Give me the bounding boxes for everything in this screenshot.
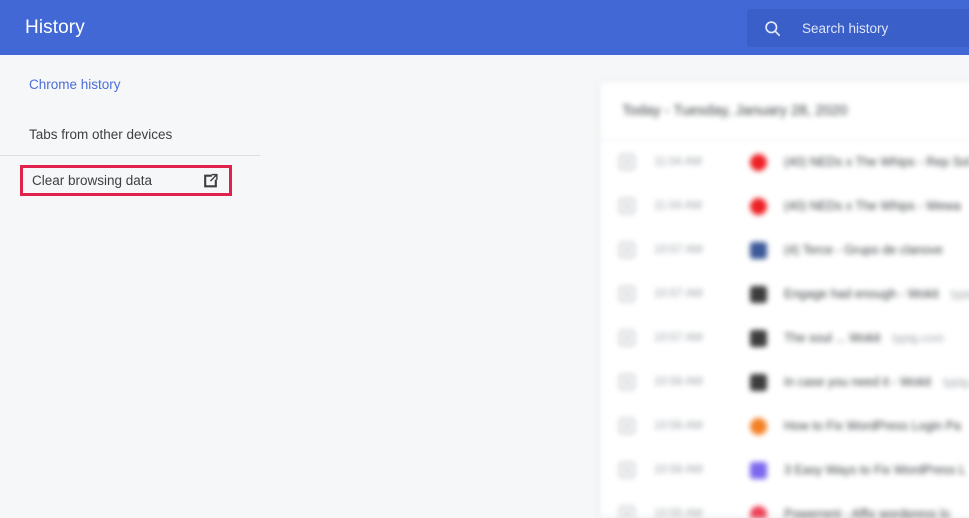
history-row-domain: typig.com [892,331,944,345]
sidebar: Chrome history Tabs from other devices C… [0,55,260,518]
history-row[interactable]: 10:57 AM Engage had enough - Wokittypig.c… [600,272,969,316]
history-row-checkbox[interactable] [619,374,635,390]
history-date-header: Today - Tuesday, January 28, 2020 [622,102,848,119]
sidebar-item-chrome-history[interactable]: Chrome history [0,64,260,104]
history-row-time: 10:55 AM [654,508,703,518]
history-row-title[interactable]: Powerrent - Affix wordpress lo [784,507,969,518]
history-row-favicon [750,153,767,171]
history-row-favicon [750,285,767,303]
history-row-time: 10:56 AM [654,376,703,388]
history-row-favicon [750,373,767,391]
history-row-domain: typig.com [943,375,969,389]
history-row-checkbox[interactable] [619,242,635,258]
history-row-title[interactable]: In case you need it - Wokittypig.com [784,375,969,389]
history-row-checkbox[interactable] [619,418,635,434]
history-row-time: 10:56 AM [654,464,703,476]
search-input[interactable] [802,20,969,36]
sidebar-item-label: Tabs from other devices [29,126,173,142]
history-row-checkbox[interactable] [619,198,635,214]
history-row-checkbox[interactable] [619,462,635,478]
history-row-favicon [750,197,767,215]
history-row-checkbox[interactable] [619,506,635,518]
history-row-checkbox[interactable] [619,286,635,302]
external-link-icon [204,173,218,187]
history-row-title[interactable]: 3 Easy Ways to Fix WordPress L [784,463,969,477]
history-row-time: 11:04 AM [654,156,702,168]
history-row[interactable]: 10:56 AM In case you need it - Wokit typig… [600,360,969,404]
clear-browsing-data-button[interactable]: Clear browsing data [20,165,232,196]
history-row-domain: typig.com [950,287,969,301]
clear-browsing-data-label: Clear browsing data [32,173,153,188]
history-row[interactable]: 10:57 AM The soul ... Wokit typig.com [600,316,969,360]
page-title: History [25,16,85,38]
history-row-time: 10:57 AM [654,332,703,344]
history-row[interactable]: 11:04 AM (40) NEDs x The Whips - Wewa [600,184,969,228]
history-rows: 11:04 AM (40) NEDs x The Whips - Rep Sol 1… [600,140,969,518]
search-icon [765,20,781,36]
history-row[interactable]: 10:56 AM 3 Easy Ways to Fix WordPress L [600,448,969,492]
history-row[interactable]: 10:55 AM Powerrent - Affix wordpress lo [600,492,969,518]
history-row-favicon [750,241,767,259]
history-row-title[interactable]: How to Fix WordPress Login Pa [784,419,969,433]
history-row-time: 10:57 AM [654,244,703,256]
page-header: History [0,0,969,55]
history-row-favicon [750,505,767,518]
history-page: History Chrome history Tabs from other d… [0,0,969,518]
history-row-title[interactable]: Engage had enough - Wokittypig.com [784,287,969,301]
history-row[interactable]: 10:57 AM (4) Terce - Grupo de clanove [600,228,969,272]
history-row-title[interactable]: The soul ... Wokit typig.com [784,331,969,345]
history-row-title[interactable]: (4) Terce - Grupo de clanove [784,243,969,257]
history-row-favicon [750,461,767,479]
history-row-time: 10:57 AM [654,288,703,300]
history-row-time: 11:04 AM [654,200,702,212]
history-row-title[interactable]: (40) NEDs x The Whips - Wewa [784,199,969,213]
search-box[interactable] [747,9,969,47]
history-row[interactable]: 10:56 AM How to Fix WordPress Login Pa [600,404,969,448]
sidebar-item-tabs-from-other-devices[interactable]: Tabs from other devices [0,114,260,154]
history-row-favicon [750,329,767,347]
history-row-checkbox[interactable] [619,330,635,346]
history-row[interactable]: 11:04 AM (40) NEDs x The Whips - Rep Sol [600,140,969,184]
sidebar-divider [0,155,260,156]
history-row-title[interactable]: (40) NEDs x The Whips - Rep Sol [784,155,969,169]
history-row-time: 10:56 AM [654,420,703,432]
history-row-favicon [750,417,767,435]
history-list-card: Today - Tuesday, January 28, 2020 11:04 … [600,82,969,518]
history-row-checkbox[interactable] [619,154,635,170]
sidebar-item-label: Chrome history [29,76,121,92]
